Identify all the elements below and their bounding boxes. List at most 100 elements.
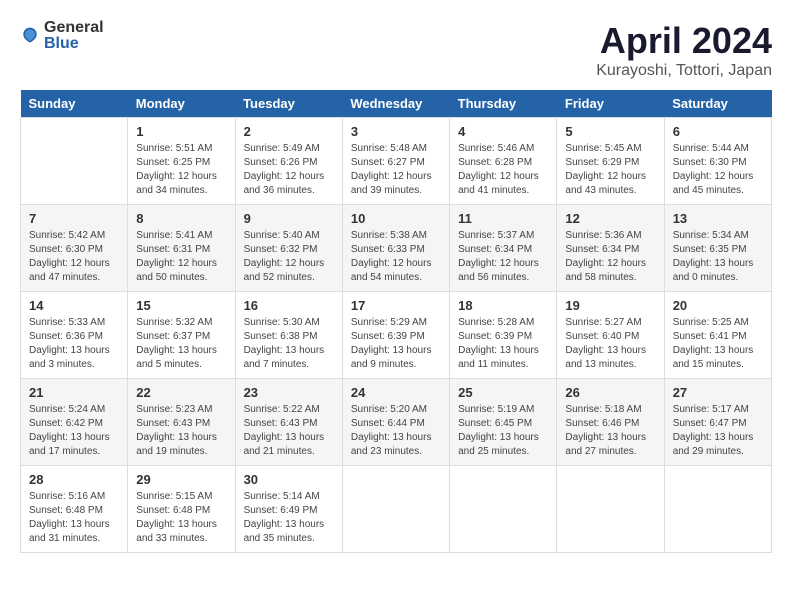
day-number: 2 (244, 124, 334, 139)
calendar-cell: 23Sunrise: 5:22 AMSunset: 6:43 PMDayligh… (235, 379, 342, 466)
day-number: 8 (136, 211, 226, 226)
calendar-cell: 20Sunrise: 5:25 AMSunset: 6:41 PMDayligh… (664, 292, 771, 379)
day-info: Sunrise: 5:18 AMSunset: 6:46 PMDaylight:… (565, 403, 655, 459)
day-number: 11 (458, 211, 548, 226)
weekday-header-thursday: Thursday (450, 90, 557, 118)
calendar-cell: 11Sunrise: 5:37 AMSunset: 6:34 PMDayligh… (450, 205, 557, 292)
weekday-header-saturday: Saturday (664, 90, 771, 118)
day-number: 26 (565, 385, 655, 400)
week-row-1: 1Sunrise: 5:51 AMSunset: 6:25 PMDaylight… (21, 118, 772, 205)
day-info: Sunrise: 5:19 AMSunset: 6:45 PMDaylight:… (458, 403, 548, 459)
day-info: Sunrise: 5:48 AMSunset: 6:27 PMDaylight:… (351, 142, 441, 198)
logo-icon (20, 26, 40, 46)
logo-text: General Blue (44, 20, 104, 52)
calendar-table: SundayMondayTuesdayWednesdayThursdayFrid… (20, 90, 772, 553)
day-info: Sunrise: 5:14 AMSunset: 6:49 PMDaylight:… (244, 490, 334, 546)
calendar-cell: 19 Sunrise: 5:27 AMSunset: 6:40 PMDayligh… (557, 292, 664, 379)
day-info: Sunrise: 5:49 AMSunset: 6:26 PMDaylight:… (244, 142, 334, 198)
calendar-cell: 29Sunrise: 5:15 AMSunset: 6:48 PMDayligh… (128, 466, 235, 553)
calendar-cell: 5 Sunrise: 5:45 AMSunset: 6:29 PMDaylight… (557, 118, 664, 205)
day-number: 15 (136, 298, 226, 313)
day-info: Sunrise: 5:40 AMSunset: 6:32 PMDaylight:… (244, 229, 334, 285)
calendar-cell: 12Sunrise: 5:36 AMSunset: 6:34 PMDayligh… (557, 205, 664, 292)
calendar-cell (342, 466, 449, 553)
main-title: April 2024 (596, 20, 772, 62)
day-info: Sunrise: 5:46 AMSunset: 6:28 PMDaylight:… (458, 142, 548, 198)
day-info: Sunrise: 5:28 AMSunset: 6:39 PMDaylight:… (458, 316, 548, 372)
calendar-cell: 16 Sunrise: 5:30 AMSunset: 6:38 PMDayligh… (235, 292, 342, 379)
calendar-cell: 26 Sunrise: 5:18 AMSunset: 6:46 PMDayligh… (557, 379, 664, 466)
day-number: 10 (351, 211, 441, 226)
calendar-cell: 25Sunrise: 5:19 AMSunset: 6:45 PMDayligh… (450, 379, 557, 466)
calendar-cell: 6 Sunrise: 5:44 AMSunset: 6:30 PMDaylight… (664, 118, 771, 205)
day-info: Sunrise: 5:20 AMSunset: 6:44 PMDaylight:… (351, 403, 441, 459)
day-number: 4 (458, 124, 548, 139)
calendar-cell: 9Sunrise: 5:40 AMSunset: 6:32 PMDaylight… (235, 205, 342, 292)
calendar-cell: 7 Sunrise: 5:42 AMSunset: 6:30 PMDaylight… (21, 205, 128, 292)
calendar-cell: 1Sunrise: 5:51 AMSunset: 6:25 PMDaylight… (128, 118, 235, 205)
day-info: Sunrise: 5:27 AMSunset: 6:40 PMDaylight:… (565, 316, 655, 372)
day-number: 27 (673, 385, 763, 400)
calendar-cell (450, 466, 557, 553)
calendar-cell: 30 Sunrise: 5:14 AMSunset: 6:49 PMDayligh… (235, 466, 342, 553)
calendar-cell: 15Sunrise: 5:32 AMSunset: 6:37 PMDayligh… (128, 292, 235, 379)
day-number: 30 (244, 472, 334, 487)
week-row-2: 7 Sunrise: 5:42 AMSunset: 6:30 PMDaylight… (21, 205, 772, 292)
day-number: 5 (565, 124, 655, 139)
weekday-header-monday: Monday (128, 90, 235, 118)
calendar-cell: 14 Sunrise: 5:33 AMSunset: 6:36 PMDayligh… (21, 292, 128, 379)
logo-blue-text: Blue (44, 36, 104, 52)
day-number: 7 (29, 211, 119, 226)
calendar-cell: 13 Sunrise: 5:34 AMSunset: 6:35 PMDayligh… (664, 205, 771, 292)
day-info: Sunrise: 5:41 AMSunset: 6:31 PMDaylight:… (136, 229, 226, 285)
header: General Blue April 2024 Kurayoshi, Totto… (20, 20, 772, 80)
day-info: Sunrise: 5:34 AMSunset: 6:35 PMDaylight:… (673, 229, 763, 285)
day-number: 16 (244, 298, 334, 313)
day-info: Sunrise: 5:15 AMSunset: 6:48 PMDaylight:… (136, 490, 226, 546)
day-number: 18 (458, 298, 548, 313)
day-info: Sunrise: 5:42 AMSunset: 6:30 PMDaylight:… (29, 229, 119, 285)
day-info: Sunrise: 5:38 AMSunset: 6:33 PMDaylight:… (351, 229, 441, 285)
subtitle: Kurayoshi, Tottori, Japan (596, 62, 772, 80)
day-info: Sunrise: 5:30 AMSunset: 6:38 PMDaylight:… (244, 316, 334, 372)
calendar-cell: 28 Sunrise: 5:16 AMSunset: 6:48 PMDayligh… (21, 466, 128, 553)
logo-general-text: General (44, 20, 104, 36)
day-number: 21 (29, 385, 119, 400)
title-area: April 2024 Kurayoshi, Tottori, Japan (596, 20, 772, 80)
day-info: Sunrise: 5:44 AMSunset: 6:30 PMDaylight:… (673, 142, 763, 198)
calendar-cell: 17Sunrise: 5:29 AMSunset: 6:39 PMDayligh… (342, 292, 449, 379)
calendar-cell (664, 466, 771, 553)
day-number: 12 (565, 211, 655, 226)
day-info: Sunrise: 5:51 AMSunset: 6:25 PMDaylight:… (136, 142, 226, 198)
day-number: 13 (673, 211, 763, 226)
day-number: 23 (244, 385, 334, 400)
calendar-cell (557, 466, 664, 553)
day-info: Sunrise: 5:16 AMSunset: 6:48 PMDaylight:… (29, 490, 119, 546)
day-number: 28 (29, 472, 119, 487)
weekday-header-tuesday: Tuesday (235, 90, 342, 118)
calendar-cell: 2 Sunrise: 5:49 AMSunset: 6:26 PMDaylight… (235, 118, 342, 205)
weekday-header-wednesday: Wednesday (342, 90, 449, 118)
calendar-cell: 24 Sunrise: 5:20 AMSunset: 6:44 PMDayligh… (342, 379, 449, 466)
day-info: Sunrise: 5:24 AMSunset: 6:42 PMDaylight:… (29, 403, 119, 459)
day-info: Sunrise: 5:23 AMSunset: 6:43 PMDaylight:… (136, 403, 226, 459)
weekday-header-friday: Friday (557, 90, 664, 118)
calendar-cell: 3Sunrise: 5:48 AMSunset: 6:27 PMDaylight… (342, 118, 449, 205)
week-row-5: 28 Sunrise: 5:16 AMSunset: 6:48 PMDayligh… (21, 466, 772, 553)
calendar-cell: 4 Sunrise: 5:46 AMSunset: 6:28 PMDaylight… (450, 118, 557, 205)
day-info: Sunrise: 5:33 AMSunset: 6:36 PMDaylight:… (29, 316, 119, 372)
day-number: 6 (673, 124, 763, 139)
weekday-header-row: SundayMondayTuesdayWednesdayThursdayFrid… (21, 90, 772, 118)
day-info: Sunrise: 5:45 AMSunset: 6:29 PMDaylight:… (565, 142, 655, 198)
week-row-3: 14 Sunrise: 5:33 AMSunset: 6:36 PMDayligh… (21, 292, 772, 379)
day-number: 20 (673, 298, 763, 313)
calendar-cell: 10 Sunrise: 5:38 AMSunset: 6:33 PMDayligh… (342, 205, 449, 292)
calendar-cell: 21 Sunrise: 5:24 AMSunset: 6:42 PMDayligh… (21, 379, 128, 466)
day-info: Sunrise: 5:29 AMSunset: 6:39 PMDaylight:… (351, 316, 441, 372)
day-number: 14 (29, 298, 119, 313)
weekday-header-sunday: Sunday (21, 90, 128, 118)
day-number: 19 (565, 298, 655, 313)
logo: General Blue (20, 20, 104, 52)
week-row-4: 21 Sunrise: 5:24 AMSunset: 6:42 PMDayligh… (21, 379, 772, 466)
day-number: 24 (351, 385, 441, 400)
